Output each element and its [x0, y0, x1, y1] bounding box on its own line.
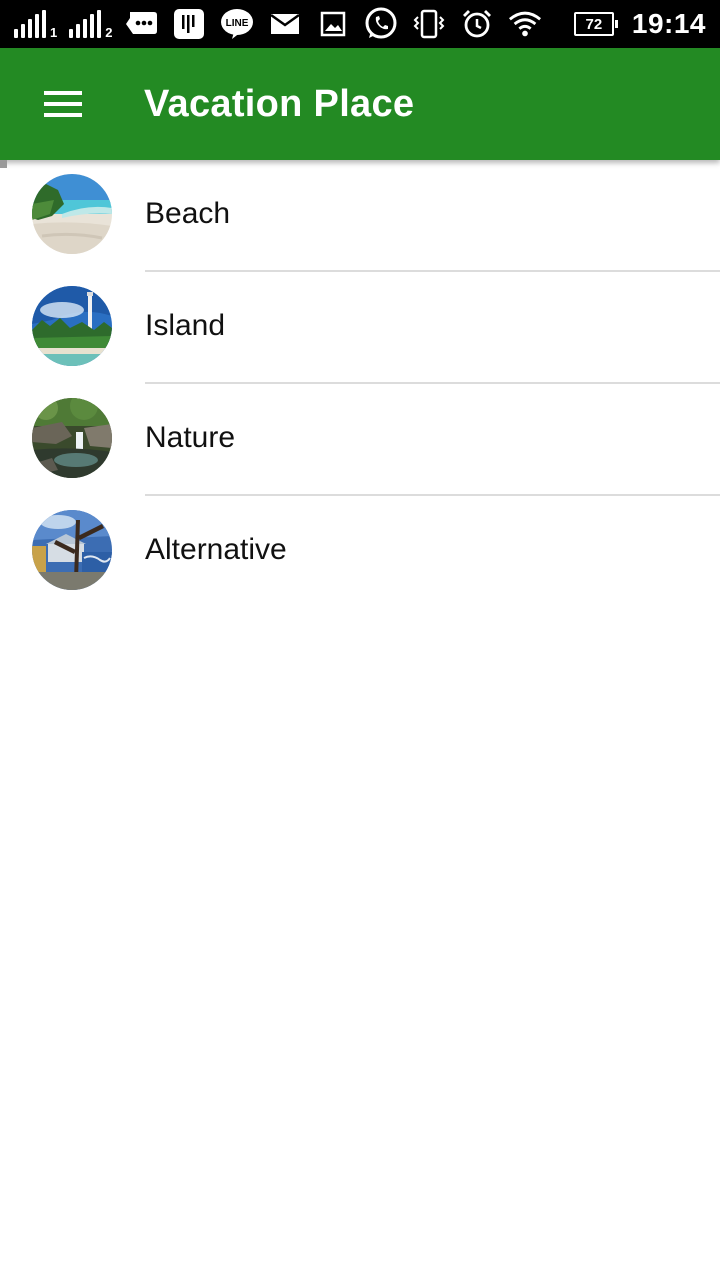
- list-item-label: Island: [145, 309, 226, 342]
- signal-icon: [69, 10, 102, 38]
- list-item-label: Nature: [145, 421, 236, 454]
- battery-icon: 72: [573, 12, 618, 36]
- beach-thumbnail: [32, 174, 112, 254]
- clipboard-icon: [172, 7, 206, 41]
- scroll-edge-indicator: [0, 160, 7, 168]
- list-item-label: Alternative: [145, 533, 287, 566]
- app-bar: Vacation Place: [0, 48, 720, 160]
- list-item-nature[interactable]: Nature: [0, 384, 720, 496]
- sim1-label: 1: [50, 25, 58, 40]
- list-item-alternative[interactable]: Alternative: [0, 496, 720, 608]
- nature-thumbnail: [32, 398, 112, 478]
- clock: 19:14: [631, 8, 706, 39]
- signal-icon: [14, 10, 46, 38]
- sim2-label: 2: [105, 25, 113, 40]
- island-thumbnail: [32, 286, 112, 366]
- page-title: Vacation Place: [144, 82, 415, 125]
- menu-icon[interactable]: [44, 84, 84, 124]
- svg-text:LINE: LINE: [226, 18, 249, 29]
- alternative-thumbnail: [32, 510, 112, 590]
- whatsapp-icon: [364, 7, 398, 41]
- status-bar: 1 2 LINE 72 19:14: [0, 0, 720, 48]
- places-list: Beach Island Nature Alternative: [0, 160, 720, 608]
- list-item-label: Beach: [145, 197, 231, 230]
- alarm-icon: [460, 7, 494, 41]
- mail-icon: [268, 7, 302, 41]
- vibrate-icon: [412, 7, 446, 41]
- line-icon: LINE: [220, 7, 254, 41]
- wifi-icon: [508, 7, 542, 41]
- battery-level: 72: [573, 12, 614, 36]
- list-item-island[interactable]: Island: [0, 272, 720, 384]
- list-item-beach[interactable]: Beach: [0, 160, 720, 272]
- image-icon: [316, 7, 350, 41]
- chat-bubble-icon: [124, 7, 158, 41]
- status-icons: 1 2 LINE: [14, 7, 574, 41]
